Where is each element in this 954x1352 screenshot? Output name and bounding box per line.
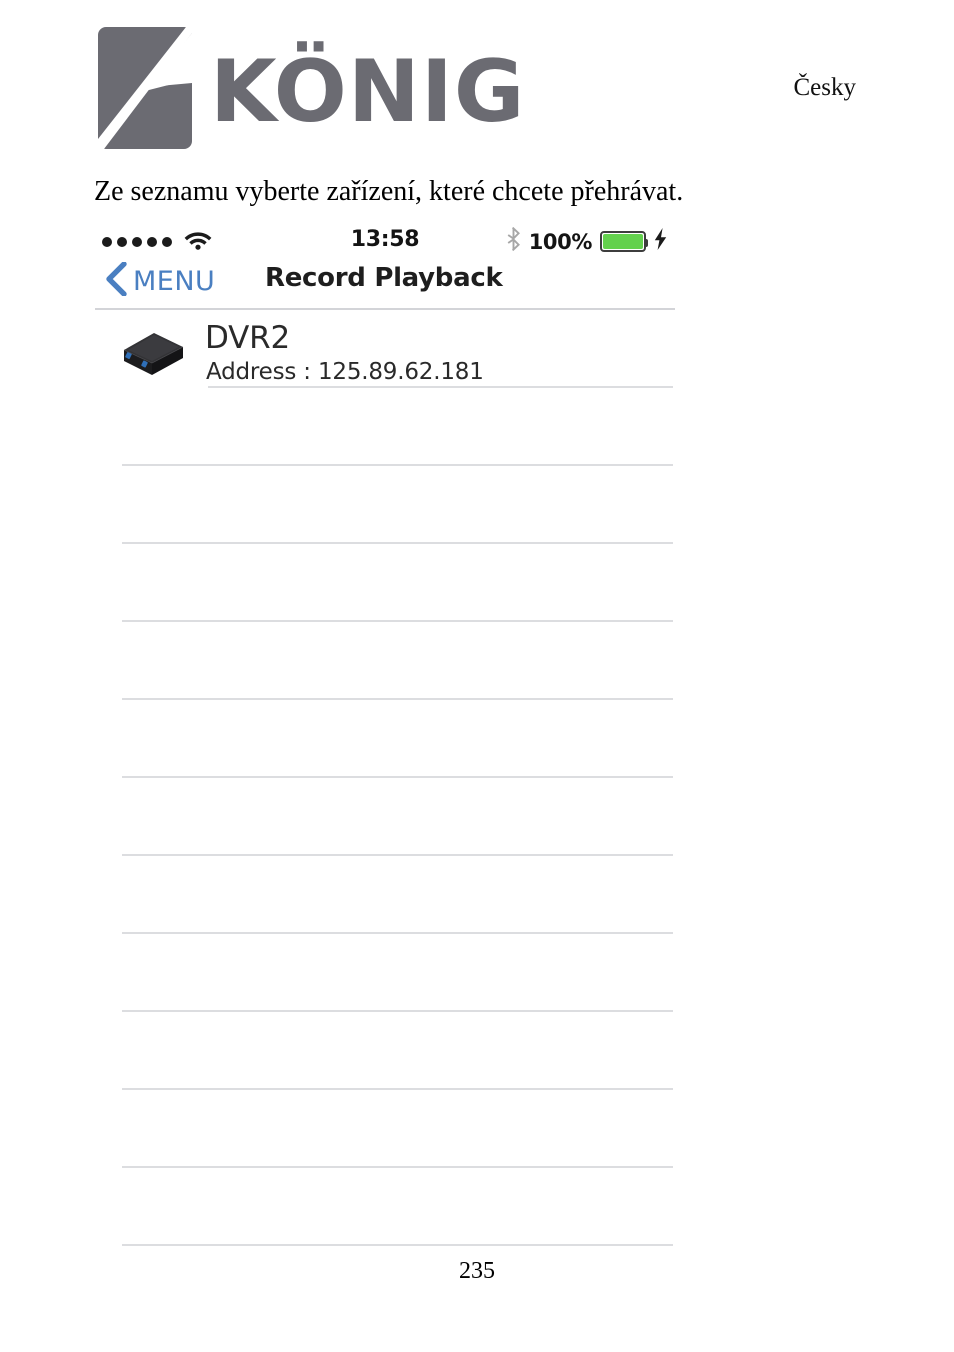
list-item-empty[interactable] — [95, 1090, 675, 1168]
phone-screenshot: 13:58 100% MENU Record Playback DVR2 Add… — [95, 224, 675, 1246]
device-address: Address : 125.89.62.181 — [206, 359, 484, 385]
page-header: KÖNIG Česky — [0, 0, 954, 160]
status-bar: 13:58 100% — [95, 224, 675, 260]
list-item-empty[interactable] — [95, 622, 675, 700]
battery-fill — [603, 234, 644, 249]
list-item-empty[interactable] — [95, 388, 675, 466]
list-item-empty[interactable] — [95, 544, 675, 622]
dvr-device-icon — [121, 330, 187, 378]
konig-wordmark: KÖNIG — [210, 42, 526, 142]
bluetooth-icon — [506, 226, 521, 256]
battery-cap — [645, 239, 648, 247]
list-item-device[interactable]: DVR2 Address : 125.89.62.181 — [95, 310, 675, 388]
device-list[interactable]: DVR2 Address : 125.89.62.181 — [95, 310, 675, 1246]
list-item-empty[interactable] — [95, 934, 675, 1012]
konig-logo: KÖNIG — [98, 27, 525, 149]
list-item-empty[interactable] — [95, 700, 675, 778]
battery-percent-label: 100% — [528, 229, 593, 254]
chevron-left-icon[interactable] — [105, 261, 127, 301]
list-item-empty[interactable] — [95, 1012, 675, 1090]
battery-icon — [600, 231, 648, 252]
status-bar-right: 100% — [506, 226, 667, 256]
list-item-empty[interactable] — [95, 856, 675, 934]
list-item-empty[interactable] — [95, 778, 675, 856]
list-item-empty[interactable] — [95, 466, 675, 544]
page-number: 235 — [459, 1258, 495, 1284]
row-separator — [122, 1244, 673, 1246]
lightning-bolt-icon — [654, 228, 667, 255]
navigation-bar: MENU Record Playback — [95, 260, 675, 310]
konig-logo-mark-icon — [98, 27, 192, 149]
back-button-label[interactable]: MENU — [133, 266, 215, 297]
device-name: DVR2 — [205, 320, 290, 356]
nav-title: Record Playback — [265, 263, 503, 293]
instruction-text: Ze seznamu vyberte zařízení, které chcet… — [94, 176, 684, 207]
language-label: Česky — [793, 74, 857, 101]
back-button[interactable]: MENU — [105, 261, 215, 301]
list-item-empty[interactable] — [95, 1168, 675, 1246]
